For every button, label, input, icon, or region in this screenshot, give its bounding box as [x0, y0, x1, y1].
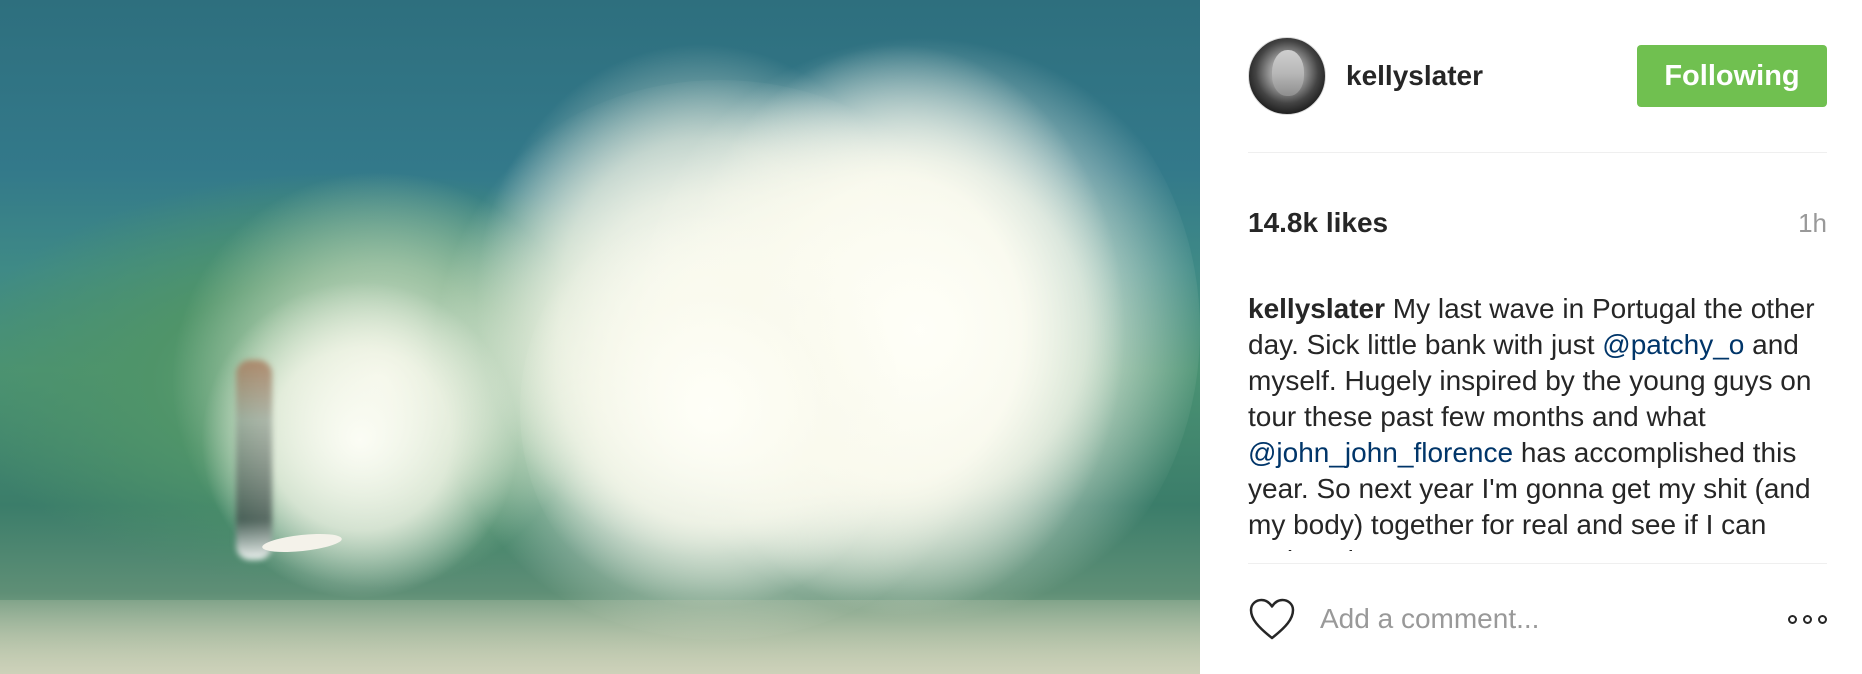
avatar-face: [1272, 50, 1304, 96]
surfer-figure: [236, 360, 272, 560]
following-button[interactable]: Following: [1637, 45, 1827, 107]
dot: [1803, 614, 1812, 624]
mention-link[interactable]: @john_john_florence: [1248, 437, 1513, 468]
post-photo[interactable]: [0, 0, 1200, 674]
author-username[interactable]: kellyslater: [1346, 60, 1637, 92]
dot: [1788, 614, 1797, 624]
post-sidebar: kellyslater Following 14.8k likes 1h kel…: [1200, 0, 1862, 674]
wave-spray: [520, 200, 900, 620]
avatar[interactable]: [1248, 37, 1326, 115]
post-stats: 14.8k likes 1h: [1248, 193, 1827, 253]
mention-link[interactable]: @patchy_o: [1602, 329, 1744, 360]
caption-author[interactable]: kellyslater: [1248, 293, 1385, 324]
comment-input[interactable]: [1320, 603, 1788, 635]
wave-foam: [0, 600, 1200, 674]
post-caption: kellyslater My last wave in Portugal the…: [1248, 291, 1827, 551]
heart-icon[interactable]: [1248, 597, 1296, 641]
comment-bar: [1248, 563, 1827, 674]
dot: [1818, 614, 1827, 624]
instagram-post: kellyslater Following 14.8k likes 1h kel…: [0, 0, 1862, 674]
more-options-icon[interactable]: [1788, 609, 1827, 630]
post-timestamp[interactable]: 1h: [1798, 208, 1827, 239]
likes-count[interactable]: 14.8k likes: [1248, 207, 1798, 239]
post-header: kellyslater Following: [1248, 0, 1827, 153]
